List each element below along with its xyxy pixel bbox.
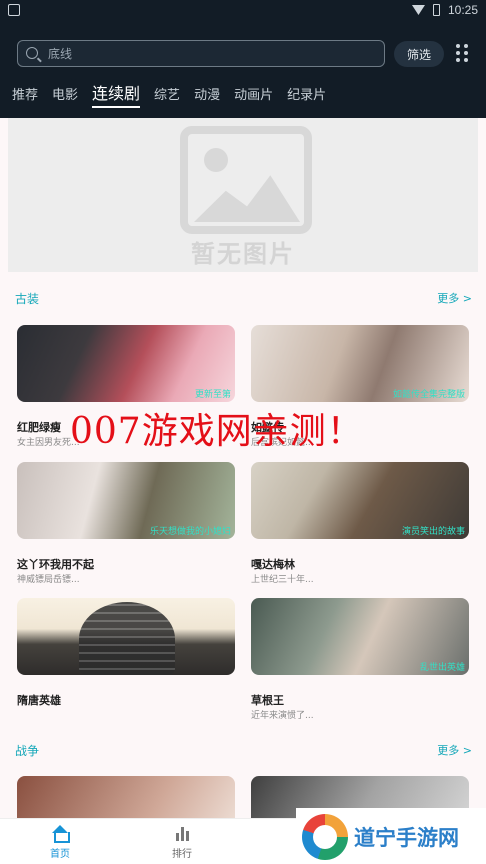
video-thumbnail[interactable]: 演员笑出的故事 xyxy=(251,462,469,539)
rank-icon xyxy=(174,825,190,841)
video-card[interactable]: 演员笑出的故事 嘎达梅林 上世纪三十年... xyxy=(251,462,469,587)
tab-movie[interactable]: 电影 xyxy=(52,80,78,103)
search-box[interactable] xyxy=(17,40,385,67)
video-thumbnail[interactable]: 乱世出英雄 xyxy=(251,598,469,675)
search-input[interactable] xyxy=(48,44,378,64)
more-link[interactable]: 更多 > xyxy=(437,290,472,306)
video-thumbnail[interactable]: 乐天想做我的小媳妇 xyxy=(17,462,235,539)
section-header-costume: 古装 更多 > xyxy=(0,290,486,312)
app-header: 筛选 推荐 电影 连续剧 综艺 动漫 动画片 纪录片 xyxy=(0,22,486,118)
video-thumbnail[interactable] xyxy=(17,598,235,675)
more-link[interactable]: 更多 > xyxy=(437,742,472,758)
banner[interactable]: 暂无图片 xyxy=(8,118,478,272)
video-title: 嘎达梅林 xyxy=(251,558,295,571)
tab-tv-series[interactable]: 连续剧 xyxy=(92,80,141,108)
update-badge: 乱世出英雄 xyxy=(419,663,465,673)
update-badge: 乐天想做我的小媳妇 xyxy=(149,527,231,537)
status-bar: 10:25 xyxy=(0,0,486,22)
section-title: 古装 xyxy=(15,292,40,306)
video-card[interactable]: 乱世出英雄 草根王 近年来演惯了... xyxy=(251,598,469,723)
video-title: 隋唐英雄 xyxy=(17,694,61,707)
update-badge: 如懿传全集完整版 xyxy=(392,390,465,400)
tab-cartoon[interactable]: 动画片 xyxy=(234,80,273,103)
filter-button[interactable]: 筛选 xyxy=(394,41,444,67)
tab-anime[interactable]: 动漫 xyxy=(194,80,220,103)
notification-icon xyxy=(8,4,20,16)
video-thumbnail[interactable]: 如懿传全集完整版 xyxy=(251,325,469,402)
more-menu-icon[interactable] xyxy=(456,44,468,62)
video-thumbnail[interactable] xyxy=(17,776,235,818)
nav-home-label: 首页 xyxy=(50,849,70,860)
video-card[interactable]: 乐天想做我的小媳妇 这丫环我用不起 神威镖局岳镖... xyxy=(17,462,235,587)
status-icons: 10:25 xyxy=(411,3,478,17)
tab-recommend[interactable]: 推荐 xyxy=(12,80,38,103)
battery-icon xyxy=(432,4,440,16)
tab-documentary[interactable]: 纪录片 xyxy=(287,80,326,103)
video-title: 草根王 xyxy=(251,694,284,707)
watermark-text: 007游戏网亲测！ xyxy=(70,411,364,452)
nav-rank-label: 排行 xyxy=(172,849,192,860)
video-card[interactable] xyxy=(17,776,235,818)
video-desc: 上世纪三十年... xyxy=(251,575,314,585)
update-badge: 更新至第 xyxy=(194,390,231,400)
brand-logo-icon xyxy=(302,814,348,860)
tab-variety[interactable]: 综艺 xyxy=(154,80,180,103)
video-desc: 神威镖局岳镖... xyxy=(17,575,80,585)
video-title: 这丫环我用不起 xyxy=(17,558,94,571)
brand-text: 道宁手游网 xyxy=(354,826,459,850)
banner-placeholder-text: 暂无图片 xyxy=(191,240,295,268)
wifi-icon xyxy=(411,5,425,15)
nav-home[interactable]: 首页 xyxy=(30,825,90,860)
home-icon xyxy=(51,825,70,843)
video-card[interactable]: 隋唐英雄 xyxy=(17,598,235,723)
section-title: 战争 xyxy=(15,744,40,758)
update-badge: 演员笑出的故事 xyxy=(401,527,465,537)
video-desc: 近年来演惯了... xyxy=(251,711,314,721)
section-header-war: 战争 更多 > xyxy=(0,742,486,764)
video-title: 红肥绿瘦 xyxy=(17,421,61,434)
brand-watermark: 道宁手游网 xyxy=(296,808,486,864)
status-time: 10:25 xyxy=(447,3,478,17)
video-thumbnail[interactable]: 更新至第 xyxy=(17,325,235,402)
search-icon xyxy=(26,47,38,59)
category-tabs: 推荐 电影 连续剧 综艺 动漫 动画片 纪录片 xyxy=(0,80,486,112)
nav-rank[interactable]: 排行 xyxy=(152,825,212,860)
